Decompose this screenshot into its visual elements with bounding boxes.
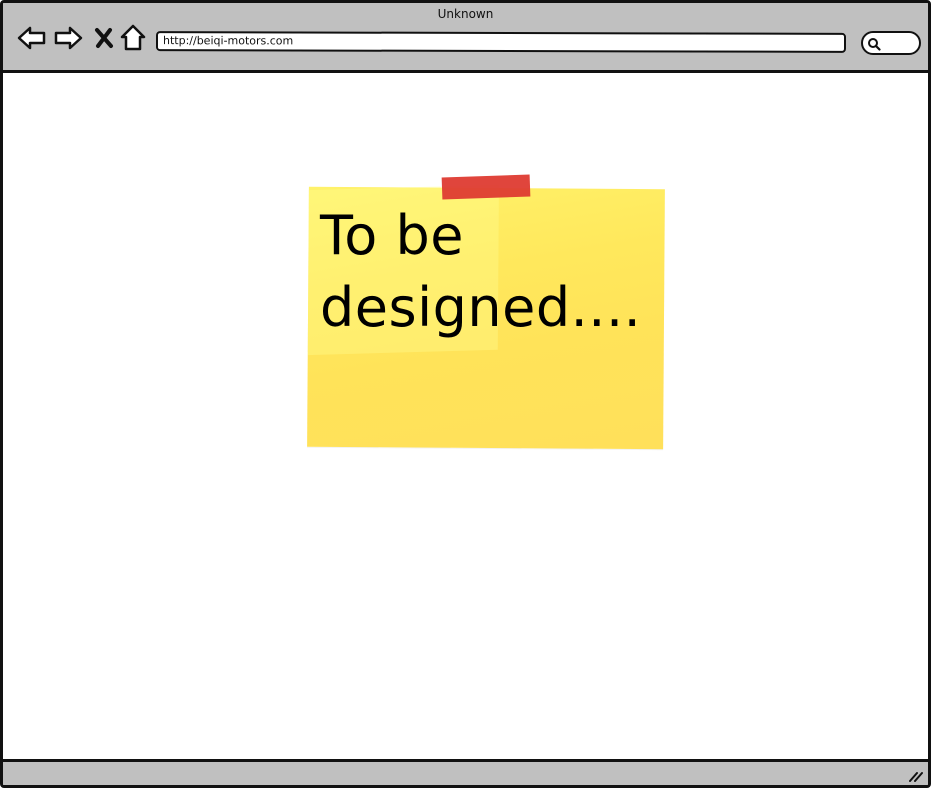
sticky-note-tape <box>441 174 531 200</box>
close-x-icon[interactable] <box>89 23 119 53</box>
search-field[interactable] <box>861 31 921 55</box>
status-bar <box>3 759 928 785</box>
search-icon <box>868 38 881 51</box>
window-title: Unknown <box>437 7 494 21</box>
browser-toolbar: Unknown http://beiqi-motors.com <box>3 3 928 73</box>
forward-arrow-icon[interactable] <box>53 23 83 53</box>
address-bar[interactable]: http://beiqi-motors.com <box>155 31 847 53</box>
back-arrow-icon[interactable] <box>17 23 47 53</box>
home-icon[interactable] <box>118 23 148 53</box>
resize-grip-icon[interactable] <box>908 770 924 782</box>
sticky-note-text: To be designed.... <box>320 204 642 339</box>
